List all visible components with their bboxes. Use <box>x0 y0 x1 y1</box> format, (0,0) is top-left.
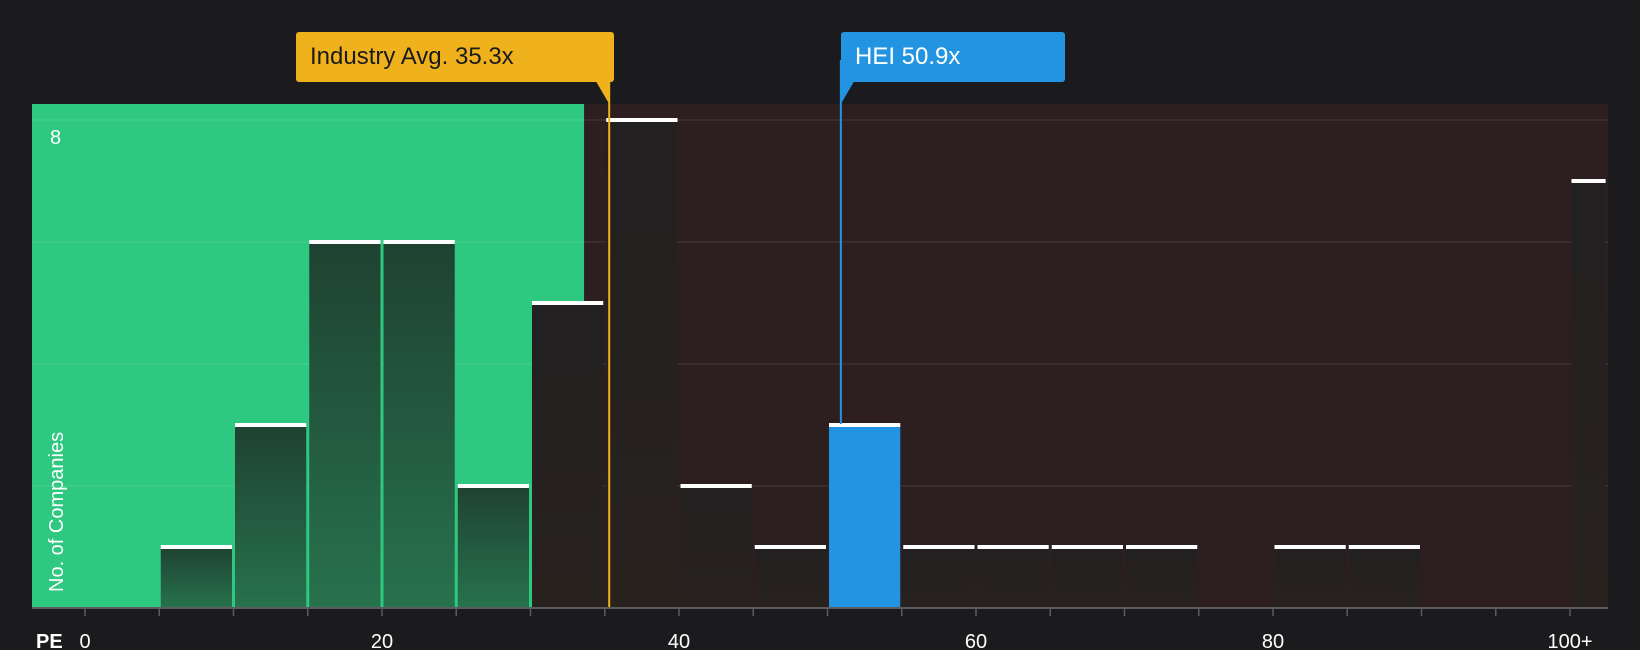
y-axis-label: No. of Companies <box>46 432 68 592</box>
bar-top-cap <box>160 545 232 549</box>
bar-top-cap <box>680 484 752 488</box>
histogram-bar <box>1051 547 1123 608</box>
histogram-bar <box>680 486 752 608</box>
histogram-bar <box>235 425 307 608</box>
bar-top-cap <box>457 484 529 488</box>
histogram-bar <box>1126 547 1198 608</box>
histogram-bar <box>309 242 381 608</box>
histogram-bar <box>160 547 232 608</box>
histogram-bar <box>977 547 1049 608</box>
y-tick-label: 8 <box>50 127 61 149</box>
bar-top-cap <box>1126 545 1198 549</box>
histogram-bar <box>457 486 529 608</box>
industry-average-callout: Industry Avg. 35.3x <box>296 32 614 82</box>
pe-distribution-chart: 0 20 40 60 80 100+ PE 8 No. of Companies <box>32 60 1608 650</box>
x-tick-label: 20 <box>371 631 393 650</box>
histogram-bar <box>754 547 826 608</box>
bar-top-cap <box>1571 179 1606 183</box>
histogram-bar <box>532 303 604 608</box>
industry-average-label: Industry Avg. 35.3x <box>310 43 514 70</box>
bar-top-cap <box>977 545 1049 549</box>
bar-top-cap <box>532 301 604 305</box>
company-pe-label: HEI 50.9x <box>855 43 961 70</box>
histogram-bar <box>829 425 901 608</box>
bar-top-cap <box>235 423 307 427</box>
company-pe-pointer <box>840 80 855 104</box>
x-tick-label: 40 <box>668 631 690 650</box>
bar-top-cap <box>903 545 975 549</box>
x-tick-label: 80 <box>1262 631 1284 650</box>
bar-top-cap <box>754 545 826 549</box>
x-tick-label: 0 <box>79 631 90 650</box>
bar-top-cap <box>1274 545 1346 549</box>
bar-top-cap <box>383 240 455 244</box>
company-pe-callout: HEI 50.9x <box>841 32 1065 82</box>
industry-average-pointer <box>595 80 610 104</box>
bar-top-cap <box>1051 545 1123 549</box>
histogram-bar <box>383 242 455 608</box>
bar-top-cap <box>829 423 901 427</box>
x-tick-label: 100+ <box>1547 631 1592 650</box>
histogram-bar <box>1348 547 1420 608</box>
bar-top-cap <box>1348 545 1420 549</box>
histogram-bar <box>903 547 975 608</box>
bar-top-cap <box>606 118 678 122</box>
x-tick-label: 60 <box>965 631 987 650</box>
histogram-bar <box>1274 547 1346 608</box>
histogram-bar <box>1571 181 1606 608</box>
histogram-bar <box>606 120 678 608</box>
x-axis-label: PE <box>36 631 63 650</box>
bar-top-cap <box>309 240 381 244</box>
